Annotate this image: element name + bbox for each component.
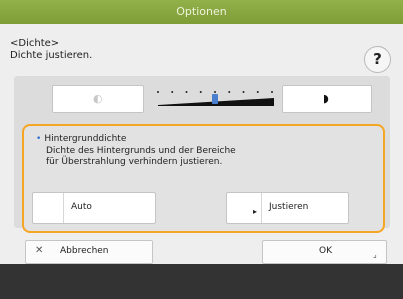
submenu-arrow-icon: ▸ [253,207,258,216]
slider-thumb[interactable] [212,94,218,104]
options-dialog: <Dichte> Dichte justieren. ? ◐ ◗ • Hinter… [0,24,403,264]
auto-label: Auto [71,202,92,212]
background-density-section: • Hintergrunddichte Dichte des Hintergrun… [22,124,385,233]
help-button[interactable]: ? [364,46,391,73]
adjust-label: Justieren [269,202,309,212]
slider-tick [256,91,259,93]
dialog-header: <Dichte> Dichte justieren. [10,38,92,62]
slider-tick [214,91,216,93]
slider-tick [199,91,202,93]
section-title: • Hintergrunddichte [36,134,126,144]
cancel-button[interactable]: ✕ Abbrechen [25,240,153,264]
slider-tick [228,91,231,93]
header-subtitle: Dichte justieren. [10,50,93,61]
button-divider [63,193,64,223]
description-line-2: für Überstrahlung verhindern justieren. [46,157,223,167]
section-title-text: Hintergrunddichte [44,134,127,144]
ok-label: OK [319,246,332,256]
header-title: <Dichte> [10,38,60,49]
dark-half-circle-icon: ◗ [323,92,329,105]
close-icon: ✕ [35,245,44,256]
slider-tick [157,91,159,93]
slider-tick [171,91,174,93]
section-description: Dichte des Hintergrunds und der Bereiche… [46,146,346,168]
slider-tick [242,91,245,93]
bullet-icon: • [36,134,42,144]
auto-button[interactable]: Auto [32,192,156,224]
bottom-bar [0,264,403,299]
density-slider[interactable] [138,88,278,112]
lighter-button[interactable]: ◐ [52,85,144,113]
slider-tick [185,91,188,93]
description-line-1: Dichte des Hintergrunds und der Bereiche [46,146,236,156]
light-half-circle-icon: ◐ [93,92,103,105]
button-divider [261,193,262,223]
window-title: Optionen [0,0,403,24]
adjust-button[interactable]: ▸ Justieren [226,192,349,224]
cancel-label: Abbrechen [60,246,109,256]
ok-button[interactable]: OK ⌟ [262,240,387,264]
darker-button[interactable]: ◗ [282,85,372,113]
slider-tick [271,91,273,93]
dialog-footer: ✕ Abbrechen OK ⌟ [0,234,403,264]
corner-enter-icon: ⌟ [373,250,377,259]
